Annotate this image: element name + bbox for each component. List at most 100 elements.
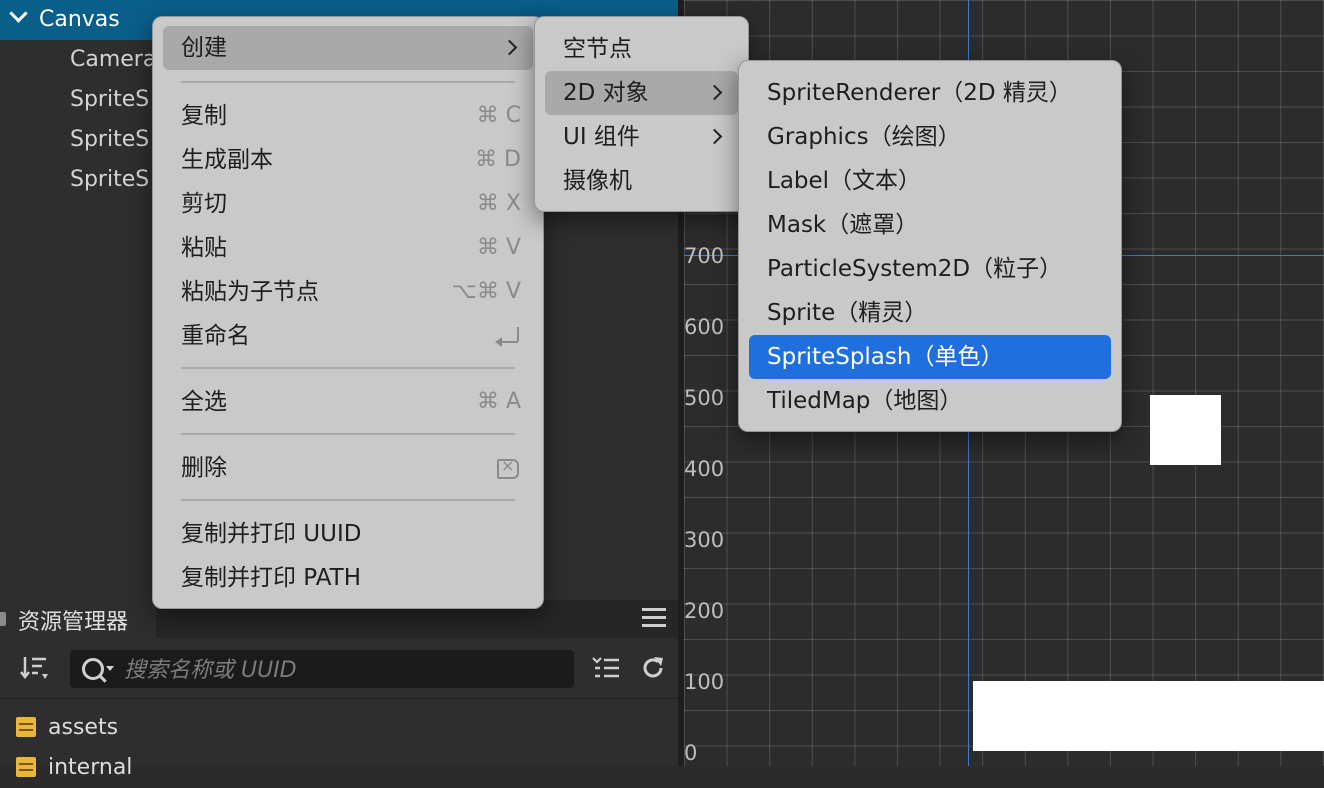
menu-item-paste-as-child[interactable]: 粘贴为子节点 ⌥⌘ V <box>163 270 533 314</box>
search-input[interactable] <box>122 650 566 690</box>
menu-item-tiled-map[interactable]: TiledMap（地图） <box>749 379 1111 423</box>
menu-item-label: 复制并打印 PATH <box>181 565 362 591</box>
menu-item-2d-object[interactable]: 2D 对象 <box>545 71 738 115</box>
menu-item-label: 复制 <box>181 103 227 129</box>
assets-panel: 资源管理器 asse <box>0 600 678 780</box>
tree-item-label: SpriteS <box>70 127 150 152</box>
menu-divider <box>181 367 515 369</box>
collapse-list-icon[interactable] <box>592 656 620 680</box>
menu-item-sprite-splash[interactable]: SpriteSplash（单色） <box>749 335 1111 379</box>
menu-item-label: SpriteSplash（单色） <box>767 344 1004 370</box>
assets-toolbar <box>0 638 678 699</box>
create-submenu: 空节点 2D 对象 UI 组件 摄像机 <box>534 16 749 212</box>
folder-icon <box>16 717 36 737</box>
menu-item-sprite[interactable]: Sprite（精灵） <box>749 291 1111 335</box>
asset-folder-assets[interactable]: assets <box>0 708 678 748</box>
menu-item-copy-uuid[interactable]: 复制并打印 UUID <box>163 512 533 556</box>
menu-item-label: 创建 <box>181 35 227 61</box>
y-axis-label: 100 <box>684 670 725 694</box>
menu-item-shortcut: ⌘ C <box>476 103 521 128</box>
menu-item-label: 2D 对象 <box>563 80 649 106</box>
menu-item-label: 摄像机 <box>563 168 632 194</box>
menu-item-label[interactable]: Label（文本） <box>749 159 1111 203</box>
menu-item-label: 粘贴为子节点 <box>181 279 319 305</box>
tree-item-label: SpriteS <box>70 87 150 112</box>
search-icon[interactable] <box>82 658 104 680</box>
menu-item-select-all[interactable]: 全选 ⌘ A <box>163 380 533 424</box>
tree-item-label: Camera <box>70 47 157 72</box>
refresh-icon[interactable] <box>640 655 666 681</box>
menu-item-label: 重命名 <box>181 323 250 349</box>
context-menu: 创建 复制 ⌘ C 生成副本 ⌘ D 剪切 ⌘ X 粘贴 ⌘ V 粘贴为子节点 … <box>152 16 544 609</box>
menu-item-copy[interactable]: 复制 ⌘ C <box>163 94 533 138</box>
y-axis-label: 500 <box>684 386 725 410</box>
menu-divider <box>181 499 515 501</box>
menu-item-label: Label（文本） <box>767 168 922 194</box>
sprite-node[interactable] <box>973 681 1324 751</box>
y-axis-label: 0 <box>684 741 698 765</box>
menu-item-sprite-renderer[interactable]: SpriteRenderer（2D 精灵） <box>749 71 1111 115</box>
menu-item-empty-node[interactable]: 空节点 <box>545 27 738 71</box>
y-axis-label: 200 <box>684 599 725 623</box>
menu-item-label: 复制并打印 UUID <box>181 521 362 547</box>
tree-item-sprite[interactable]: SpriteS <box>70 120 149 160</box>
menu-item-shortcut: ⌘ D <box>475 147 521 172</box>
menu-item-label: 全选 <box>181 389 227 415</box>
menu-divider <box>181 81 515 83</box>
folder-icon <box>16 757 36 777</box>
chevron-right-icon <box>706 84 723 101</box>
panel-title: 资源管理器 <box>18 610 129 635</box>
menu-item-label: ParticleSystem2D（粒子） <box>767 256 1063 282</box>
menu-item-label: 生成副本 <box>181 147 273 173</box>
y-axis-label: 600 <box>684 315 725 339</box>
chevron-down-icon[interactable] <box>9 4 28 23</box>
object2d-submenu: SpriteRenderer（2D 精灵） Graphics（绘图） Label… <box>738 60 1122 432</box>
menu-item-label: Graphics（绘图） <box>767 124 961 150</box>
chevron-right-icon <box>501 39 518 56</box>
tab-assets[interactable]: 资源管理器 <box>0 600 156 638</box>
chevron-down-icon[interactable] <box>106 666 114 671</box>
y-axis-label: 300 <box>684 528 725 552</box>
menu-item-ui-component[interactable]: UI 组件 <box>545 115 738 159</box>
menu-item-graphics[interactable]: Graphics（绘图） <box>749 115 1111 159</box>
chevron-right-icon <box>706 128 723 145</box>
menu-icon[interactable] <box>642 608 666 628</box>
menu-item-label: Mask（遮罩） <box>767 212 919 238</box>
asset-label: internal <box>48 755 133 780</box>
menu-item-label: SpriteRenderer（2D 精灵） <box>767 80 1072 106</box>
menu-item-copy-path[interactable]: 复制并打印 PATH <box>163 556 533 600</box>
menu-divider <box>181 433 515 435</box>
menu-item-delete[interactable]: 删除 <box>163 446 533 490</box>
menu-item-shortcut: ⌘ X <box>476 191 521 216</box>
tree-item-camera[interactable]: Camera <box>70 40 156 80</box>
menu-item-paste[interactable]: 粘贴 ⌘ V <box>163 226 533 270</box>
sort-icon[interactable] <box>20 654 50 682</box>
search-box[interactable] <box>70 650 574 690</box>
panel-icon <box>0 612 6 626</box>
tree-item-label: Canvas <box>39 7 120 32</box>
asset-label: assets <box>48 715 119 740</box>
menu-item-label: 剪切 <box>181 191 227 217</box>
tree-item-sprite[interactable]: SpriteS <box>70 160 149 200</box>
menu-item-rename[interactable]: 重命名 <box>163 314 533 358</box>
enter-key-icon <box>495 327 519 347</box>
menu-item-particle-system[interactable]: ParticleSystem2D（粒子） <box>749 247 1111 291</box>
tree-item-sprite[interactable]: SpriteS <box>70 80 149 120</box>
delete-key-icon <box>497 456 519 479</box>
menu-item-camera[interactable]: 摄像机 <box>545 159 738 203</box>
menu-item-label: UI 组件 <box>563 124 640 150</box>
menu-item-label: TiledMap（地图） <box>767 388 963 414</box>
menu-item-label: 粘贴 <box>181 235 227 261</box>
menu-item-create[interactable]: 创建 <box>163 26 533 70</box>
asset-folder-internal[interactable]: internal <box>0 748 678 788</box>
menu-item-shortcut: ⌘ V <box>476 235 521 260</box>
menu-item-label: 空节点 <box>563 36 632 62</box>
y-axis-label: 400 <box>684 457 725 481</box>
sprite-node[interactable] <box>1150 395 1221 465</box>
tree-item-label: SpriteS <box>70 167 150 192</box>
y-axis-label: 700 <box>684 244 725 268</box>
menu-item-duplicate[interactable]: 生成副本 ⌘ D <box>163 138 533 182</box>
menu-item-cut[interactable]: 剪切 ⌘ X <box>163 182 533 226</box>
menu-item-label: Sprite（精灵） <box>767 300 928 326</box>
menu-item-mask[interactable]: Mask（遮罩） <box>749 203 1111 247</box>
